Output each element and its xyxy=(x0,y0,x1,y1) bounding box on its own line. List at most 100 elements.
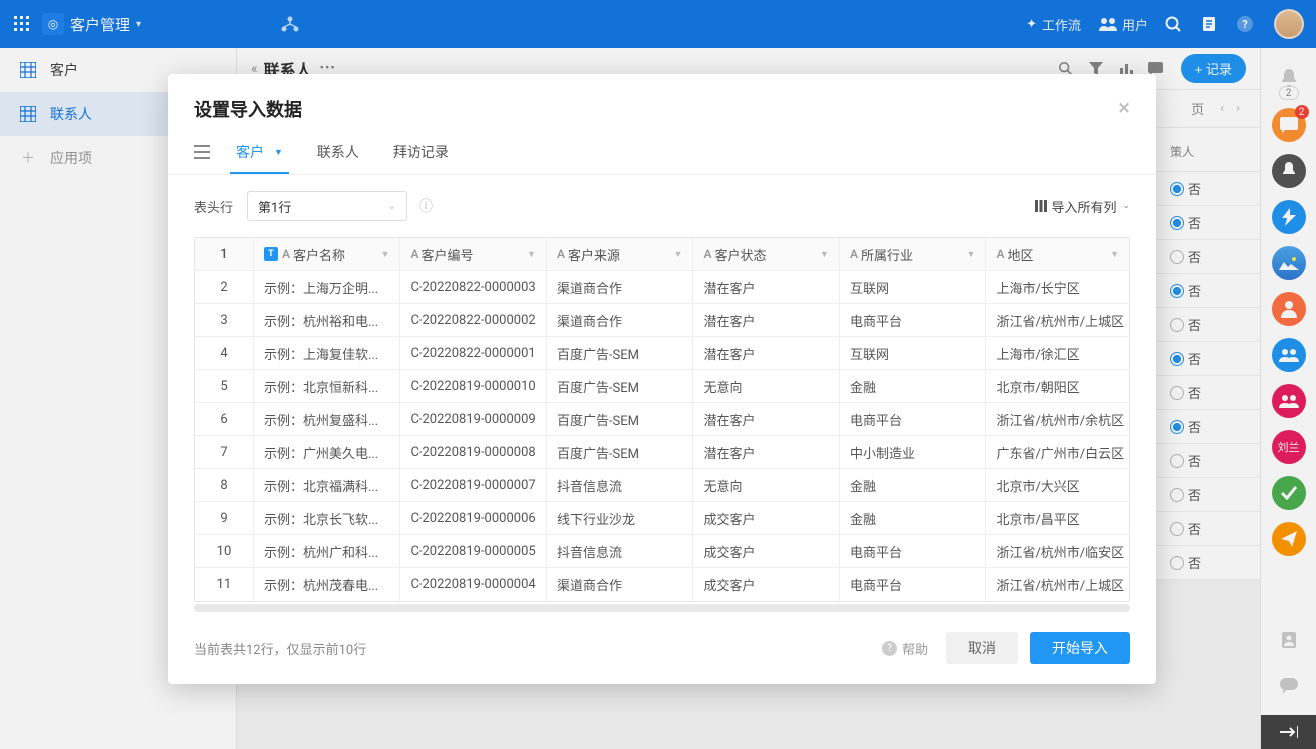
cell-industry: 金融 xyxy=(840,502,987,534)
cell-name: 示例：北京长飞软... xyxy=(254,502,401,534)
tab-customers[interactable]: 客户▼ xyxy=(230,130,289,174)
table-row[interactable]: 10示例：杭州广和科...C-20220819-0000005抖音信息流成交客户… xyxy=(195,535,1129,568)
cell-code: C-20220822-0000001 xyxy=(400,337,547,369)
table-row[interactable]: 3示例：杭州裕和电...C-20220822-0000002渠道商合作潜在客户电… xyxy=(195,304,1129,337)
cell-code: C-20220819-0000004 xyxy=(400,568,547,601)
table-row[interactable]: 6示例：杭州复盛科...C-20220819-0000009百度广告-SEM潜在… xyxy=(195,403,1129,436)
header-row-label: 表头行 xyxy=(194,197,233,216)
chevron-down-icon: ⌄ xyxy=(1122,201,1130,211)
col-header-region[interactable]: A地区▼ xyxy=(986,238,1129,270)
import-preview-table: 1 TA客户名称▼ A客户编号▼ A客户来源▼ A客户状态▼ A所属行业▼ A地… xyxy=(194,237,1130,602)
cell-status: 潜在客户 xyxy=(693,271,840,303)
table-row[interactable]: 8示例：北京福满科...C-20220819-0000007抖音信息流无意向金融… xyxy=(195,469,1129,502)
row-number: 11 xyxy=(195,568,254,601)
cell-status: 无意向 xyxy=(693,370,840,402)
col-header-code[interactable]: A客户编号▼ xyxy=(400,238,547,270)
cell-industry: 电商平台 xyxy=(840,304,987,336)
cell-code: C-20220819-0000009 xyxy=(400,403,547,435)
cell-name: 示例：北京恒新科... xyxy=(254,370,401,402)
cell-source: 渠道商合作 xyxy=(547,304,694,336)
cell-source: 抖音信息流 xyxy=(547,535,694,567)
cell-region: 北京市/昌平区 xyxy=(986,502,1129,534)
chevron-down-icon[interactable]: ▼ xyxy=(274,147,283,158)
col-header-industry[interactable]: A所属行业▼ xyxy=(840,238,987,270)
cell-code: C-20220819-0000008 xyxy=(400,436,547,468)
table-row[interactable]: 5示例：北京恒新科...C-20220819-0000010百度广告-SEM无意… xyxy=(195,370,1129,403)
cell-industry: 互联网 xyxy=(840,271,987,303)
header-row-select[interactable]: 第1行 ⌄ xyxy=(247,191,407,221)
chevron-down-icon: ▼ xyxy=(527,249,536,260)
cell-name: 示例：上海万企明... xyxy=(254,271,401,303)
cell-name: 示例：杭州茂春电... xyxy=(254,568,401,601)
chevron-down-icon: ▼ xyxy=(674,249,683,260)
row-number: 9 xyxy=(195,502,254,534)
menu-icon[interactable] xyxy=(194,145,210,159)
horizontal-scrollbar[interactable] xyxy=(194,604,1130,612)
help-button[interactable]: ?帮助 xyxy=(882,639,928,658)
col-header-status[interactable]: A客户状态▼ xyxy=(693,238,840,270)
start-import-button[interactable]: 开始导入 xyxy=(1030,632,1130,664)
close-icon[interactable]: × xyxy=(1118,98,1130,120)
cell-industry: 互联网 xyxy=(840,337,987,369)
cell-source: 渠道商合作 xyxy=(547,568,694,601)
chevron-down-icon: ⌄ xyxy=(388,201,396,212)
table-row[interactable]: 11示例：杭州茂春电...C-20220819-0000004渠道商合作成交客户… xyxy=(195,568,1129,601)
cell-code: C-20220822-0000002 xyxy=(400,304,547,336)
cell-status: 潜在客户 xyxy=(693,403,840,435)
cell-name: 示例：北京福满科... xyxy=(254,469,401,501)
cell-source: 百度广告-SEM xyxy=(547,337,694,369)
row-number: 4 xyxy=(195,337,254,369)
row-number-header: 1 xyxy=(195,238,254,270)
columns-icon xyxy=(1035,200,1047,212)
chevron-down-icon: ▼ xyxy=(820,249,829,260)
cell-code: C-20220819-0000005 xyxy=(400,535,547,567)
row-number: 10 xyxy=(195,535,254,567)
cell-industry: 电商平台 xyxy=(840,568,987,601)
import-dialog: 设置导入数据 × 客户▼ 联系人 拜访记录 表头行 第1行 ⌄ ⓘ 导入所有列 … xyxy=(168,74,1156,684)
cell-source: 渠道商合作 xyxy=(547,271,694,303)
cell-code: C-20220819-0000006 xyxy=(400,502,547,534)
table-row[interactable]: 9示例：北京长飞软...C-20220819-0000006线下行业沙龙成交客户… xyxy=(195,502,1129,535)
cell-industry: 金融 xyxy=(840,469,987,501)
cell-source: 百度广告-SEM xyxy=(547,370,694,402)
cell-code: C-20220819-0000010 xyxy=(400,370,547,402)
cell-source: 线下行业沙龙 xyxy=(547,502,694,534)
chevron-down-icon: ▼ xyxy=(381,249,390,260)
cell-industry: 电商平台 xyxy=(840,535,987,567)
cell-code: C-20220822-0000003 xyxy=(400,271,547,303)
cell-status: 成交客户 xyxy=(693,502,840,534)
cell-region: 上海市/徐汇区 xyxy=(986,337,1129,369)
cell-status: 无意向 xyxy=(693,469,840,501)
cell-status: 成交客户 xyxy=(693,535,840,567)
row-number: 5 xyxy=(195,370,254,402)
cell-region: 北京市/朝阳区 xyxy=(986,370,1129,402)
cell-name: 示例：杭州复盛科... xyxy=(254,403,401,435)
cell-industry: 金融 xyxy=(840,370,987,402)
tab-visits[interactable]: 拜访记录 xyxy=(387,130,455,174)
cancel-button[interactable]: 取消 xyxy=(946,632,1018,664)
cell-code: C-20220819-0000007 xyxy=(400,469,547,501)
cell-region: 上海市/长宁区 xyxy=(986,271,1129,303)
info-icon[interactable]: ⓘ xyxy=(419,196,433,216)
cell-region: 浙江省/杭州市/临安区 xyxy=(986,535,1129,567)
row-number: 3 xyxy=(195,304,254,336)
col-header-name[interactable]: TA客户名称▼ xyxy=(254,238,401,270)
row-number: 8 xyxy=(195,469,254,501)
cell-name: 示例：广州美久电... xyxy=(254,436,401,468)
table-row[interactable]: 7示例：广州美久电...C-20220819-0000008百度广告-SEM潜在… xyxy=(195,436,1129,469)
cell-name: 示例：杭州裕和电... xyxy=(254,304,401,336)
table-row[interactable]: 4示例：上海复佳软...C-20220822-0000001百度广告-SEM潜在… xyxy=(195,337,1129,370)
cell-name: 示例：上海复佳软... xyxy=(254,337,401,369)
footer-hint: 当前表共12行，仅显示前10行 xyxy=(194,639,366,658)
cell-industry: 电商平台 xyxy=(840,403,987,435)
col-header-source[interactable]: A客户来源▼ xyxy=(547,238,694,270)
row-number: 2 xyxy=(195,271,254,303)
tab-contacts[interactable]: 联系人 xyxy=(311,130,365,174)
chevron-down-icon: ▼ xyxy=(967,249,976,260)
cell-source: 百度广告-SEM xyxy=(547,403,694,435)
table-row[interactable]: 2示例：上海万企明...C-20220822-0000003渠道商合作潜在客户互… xyxy=(195,271,1129,304)
row-number: 7 xyxy=(195,436,254,468)
import-all-columns-button[interactable]: 导入所有列 ⌄ xyxy=(1035,197,1130,216)
cell-status: 潜在客户 xyxy=(693,304,840,336)
cell-region: 北京市/大兴区 xyxy=(986,469,1129,501)
